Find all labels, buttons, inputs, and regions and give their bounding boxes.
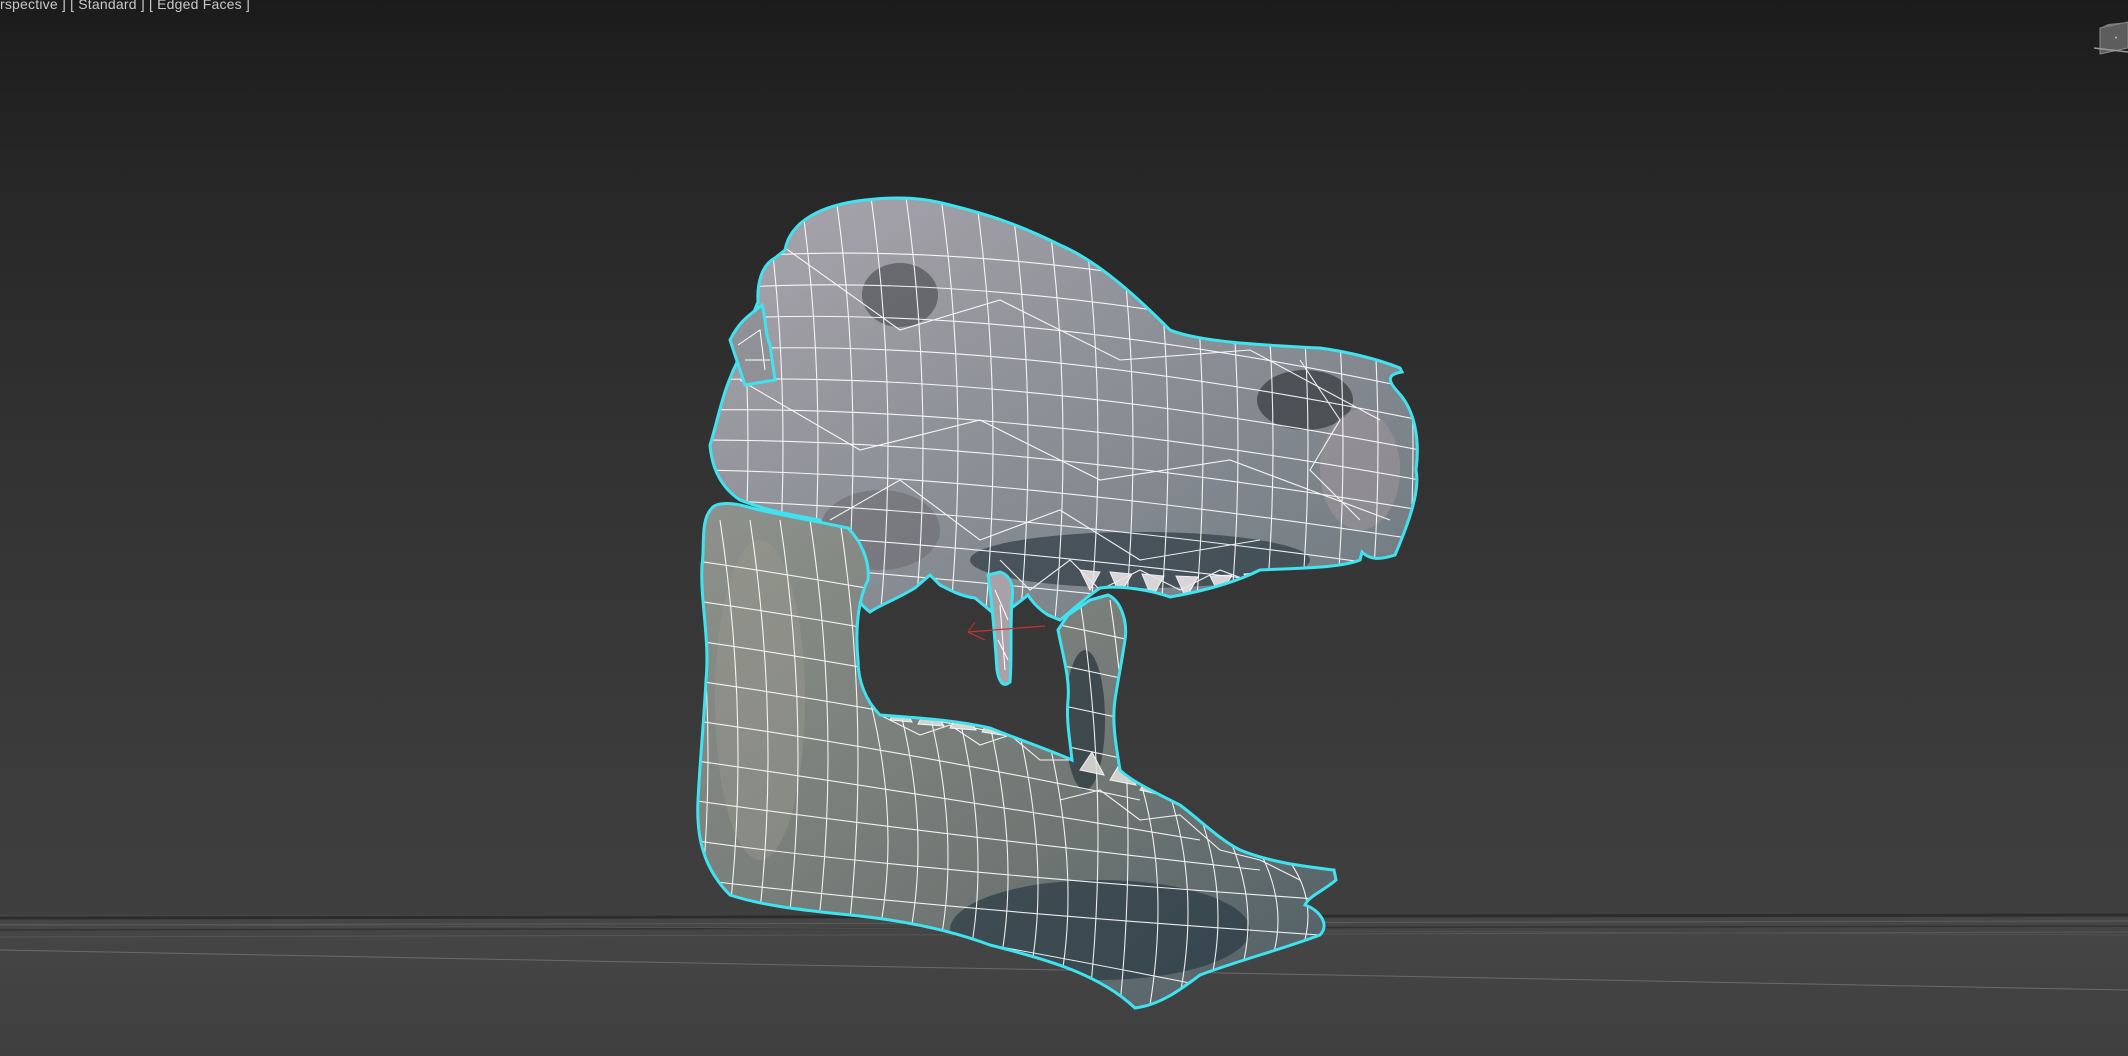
svg-text:•: • xyxy=(2115,36,2117,42)
viewcube-icon[interactable]: • xyxy=(2093,18,2128,58)
scene-canvas[interactable] xyxy=(0,0,2128,1056)
viewcube[interactable]: • xyxy=(2093,18,2128,58)
skull-canine-tooth[interactable] xyxy=(986,570,1014,686)
viewport-perspective[interactable]: rspective ] [ Standard ] [ Edged Faces ] xyxy=(0,0,2128,1056)
